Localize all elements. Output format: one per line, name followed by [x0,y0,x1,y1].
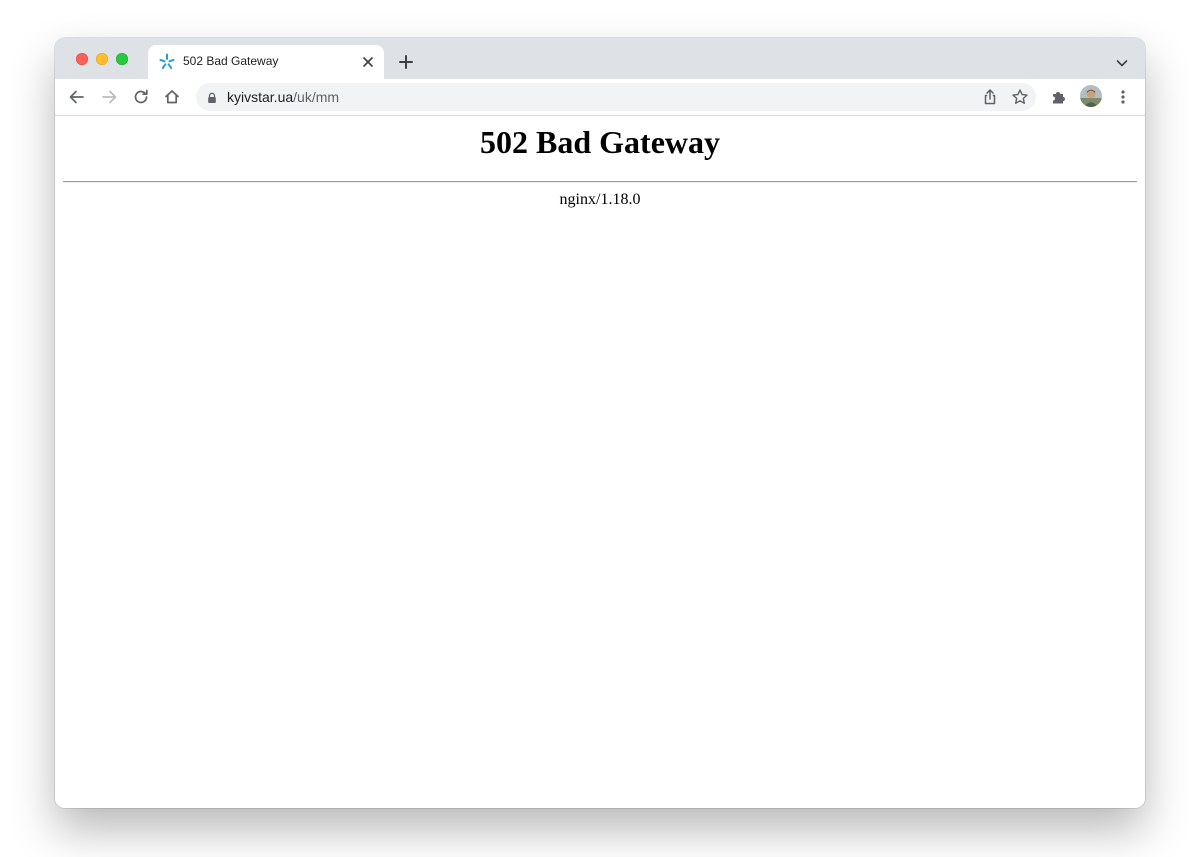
chevron-down-icon[interactable] [1114,55,1130,71]
browser-window: 502 Bad Gateway kyivstar.ua/uk/mm 502 Ba… [55,38,1145,808]
kebab-menu-icon[interactable] [1112,86,1134,108]
tab-title: 502 Bad Gateway [183,54,279,68]
address-bar[interactable]: kyivstar.ua/uk/mm [196,83,1036,111]
puzzle-icon[interactable] [1048,86,1070,108]
page-content: 502 Bad Gateway nginx/1.18.0 [55,116,1145,808]
minimize-window-button[interactable] [96,53,108,65]
page-title: 502 Bad Gateway [480,124,720,160]
url-path: /uk/mm [293,89,340,105]
avatar[interactable] [1080,85,1102,107]
close-window-button[interactable] [76,53,88,65]
home-icon[interactable] [161,86,183,108]
url-host: kyivstar.ua [227,89,294,105]
server-signature: nginx/1.18.0 [559,191,641,208]
new-tab-button[interactable] [397,53,415,71]
arrow-left-icon[interactable] [66,86,88,108]
arrow-right-icon[interactable] [98,86,120,108]
url-text[interactable]: kyivstar.ua/uk/mm [227,89,339,105]
tab-active[interactable]: 502 Bad Gateway [148,45,384,79]
kyivstar-star-icon [158,53,176,71]
maximize-window-button[interactable] [116,53,128,65]
browser-toolbar: kyivstar.ua/uk/mm [55,79,1145,116]
close-icon[interactable] [361,55,375,69]
lock-icon[interactable] [206,91,218,103]
star-icon[interactable] [1010,87,1030,107]
share-icon[interactable] [980,87,1000,107]
divider [63,181,1137,183]
tab-strip: 502 Bad Gateway [55,38,1145,79]
reload-icon[interactable] [130,86,152,108]
